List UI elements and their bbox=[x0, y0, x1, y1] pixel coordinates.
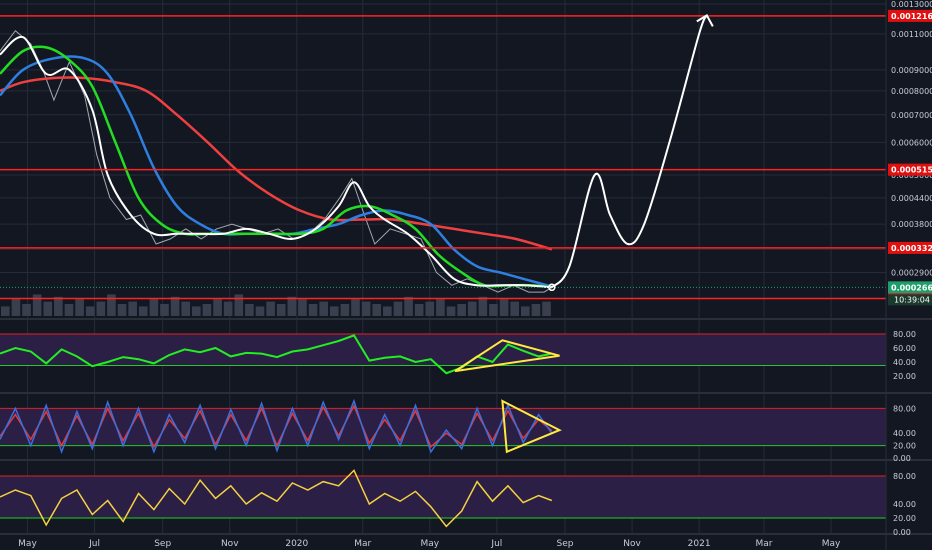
volume-bar bbox=[181, 301, 191, 316]
volume-bar bbox=[43, 301, 53, 316]
time-axis-label: Sep bbox=[154, 539, 171, 549]
price-tick-label: 0.0003800 bbox=[891, 220, 932, 229]
rsi-tick-label: 80.00 bbox=[893, 330, 916, 339]
price-tick-label: 0.0008000 bbox=[891, 87, 932, 96]
price-tick-label: 0.0009000 bbox=[891, 66, 932, 75]
volume-bar bbox=[11, 299, 21, 316]
time-axis-label: Jul bbox=[490, 539, 502, 549]
volume-bar bbox=[160, 304, 169, 316]
price-tick-label: 0.0011000 bbox=[891, 30, 932, 39]
volume-bar bbox=[499, 299, 509, 316]
osc-tick-label: 80.00 bbox=[893, 472, 916, 481]
volume-bar bbox=[531, 304, 541, 316]
time-axis-label: Mar bbox=[755, 539, 772, 549]
time-axis-label: May bbox=[822, 539, 841, 549]
time-axis-label: Sep bbox=[557, 539, 574, 549]
stoch-tick-label: 80.00 bbox=[893, 404, 916, 413]
volume-bar bbox=[319, 301, 328, 316]
time-axis-label: Nov bbox=[221, 539, 239, 549]
volume-bar bbox=[467, 301, 477, 316]
price-tick-label: 0.0007000 bbox=[891, 111, 932, 120]
volume-bar bbox=[202, 304, 212, 316]
rsi-tick-label: 40.00 bbox=[893, 358, 916, 367]
volume-bar bbox=[510, 301, 519, 316]
stoch-tick-label: 0.00 bbox=[893, 454, 911, 463]
volume-bar bbox=[308, 304, 318, 316]
countdown-label: 10:39:04 bbox=[894, 295, 930, 304]
volume-bar bbox=[393, 301, 403, 316]
volume-bar bbox=[329, 306, 339, 316]
price-tick-label: 0.0006000 bbox=[891, 138, 932, 147]
volume-bar bbox=[96, 301, 106, 316]
osc-tick-label: 40.00 bbox=[893, 500, 916, 509]
rsi-band bbox=[0, 334, 886, 366]
level-label: 0.0005152 bbox=[891, 166, 932, 175]
price-tick-label: 0.0004400 bbox=[891, 194, 932, 203]
stoch-band bbox=[0, 408, 886, 446]
time-axis-label: May bbox=[18, 539, 37, 549]
volume-bar bbox=[85, 306, 95, 316]
volume-bar bbox=[149, 299, 159, 316]
osc-tick-label: 0.00 bbox=[893, 528, 911, 537]
time-axis-label: 2021 bbox=[688, 539, 711, 549]
price-tick-label: 0.0002900 bbox=[891, 269, 932, 278]
volume-bar bbox=[351, 299, 360, 316]
volume-bar bbox=[170, 296, 180, 316]
time-axis-label: Nov bbox=[623, 539, 641, 549]
volume-bar bbox=[457, 304, 466, 316]
volume-bar bbox=[383, 306, 392, 316]
volume-bar bbox=[361, 301, 371, 316]
time-axis-label: May bbox=[421, 539, 440, 549]
volume-bar bbox=[489, 304, 498, 316]
volume-bar bbox=[287, 296, 297, 316]
volume-bar bbox=[404, 296, 413, 316]
volume-bar bbox=[22, 304, 31, 316]
volume-bar bbox=[117, 304, 127, 316]
volume-bar bbox=[446, 306, 456, 316]
volume-bar bbox=[298, 299, 307, 316]
volume-bar bbox=[213, 299, 222, 316]
rsi-tick-label: 60.00 bbox=[893, 344, 916, 353]
time-axis-label: 2020 bbox=[285, 539, 308, 549]
volume-bar bbox=[138, 306, 148, 316]
volume-bar bbox=[128, 301, 137, 316]
rsi-tick-label: 20.00 bbox=[893, 372, 916, 381]
volume-bar bbox=[1, 306, 10, 316]
osc-band bbox=[0, 476, 886, 518]
volume-bar bbox=[54, 296, 63, 316]
chart-canvas: 0.0013000 0.0011000 0.0009000 0.0008000 0.00… bbox=[0, 0, 932, 550]
volume-bar bbox=[223, 301, 233, 316]
volume-bar bbox=[234, 294, 244, 316]
indicator-bands bbox=[0, 333, 886, 519]
level-label: 0.0012164 bbox=[891, 12, 932, 21]
volume-bar bbox=[64, 304, 74, 316]
volume-bar bbox=[266, 301, 275, 316]
level-label: 0.0003327 bbox=[891, 244, 932, 253]
volume-bar bbox=[414, 304, 424, 316]
current-price-label: 0.0002669 bbox=[891, 283, 932, 292]
volume-bar bbox=[436, 299, 445, 316]
volume-bar bbox=[520, 306, 530, 316]
volume-bar bbox=[245, 304, 254, 316]
volume-bar bbox=[425, 301, 435, 316]
osc-tick-label: 20.00 bbox=[893, 514, 916, 523]
price-tick-label: 0.0013000 bbox=[891, 0, 932, 9]
volume-bar bbox=[192, 306, 201, 316]
volume-bar bbox=[478, 296, 488, 316]
time-axis-label: Mar bbox=[354, 539, 371, 549]
volume-bar bbox=[340, 304, 350, 316]
volume-bar bbox=[542, 301, 551, 316]
volume-bar bbox=[255, 306, 265, 316]
stoch-tick-label: 40.00 bbox=[893, 429, 916, 438]
stoch-tick-label: 20.00 bbox=[893, 442, 916, 451]
volume-bar bbox=[32, 294, 42, 316]
volume-bar bbox=[75, 299, 84, 316]
volume-bar bbox=[276, 304, 286, 316]
time-axis-label: Jul bbox=[88, 539, 100, 549]
volume-bar bbox=[372, 304, 382, 316]
volume-bar bbox=[107, 294, 116, 316]
